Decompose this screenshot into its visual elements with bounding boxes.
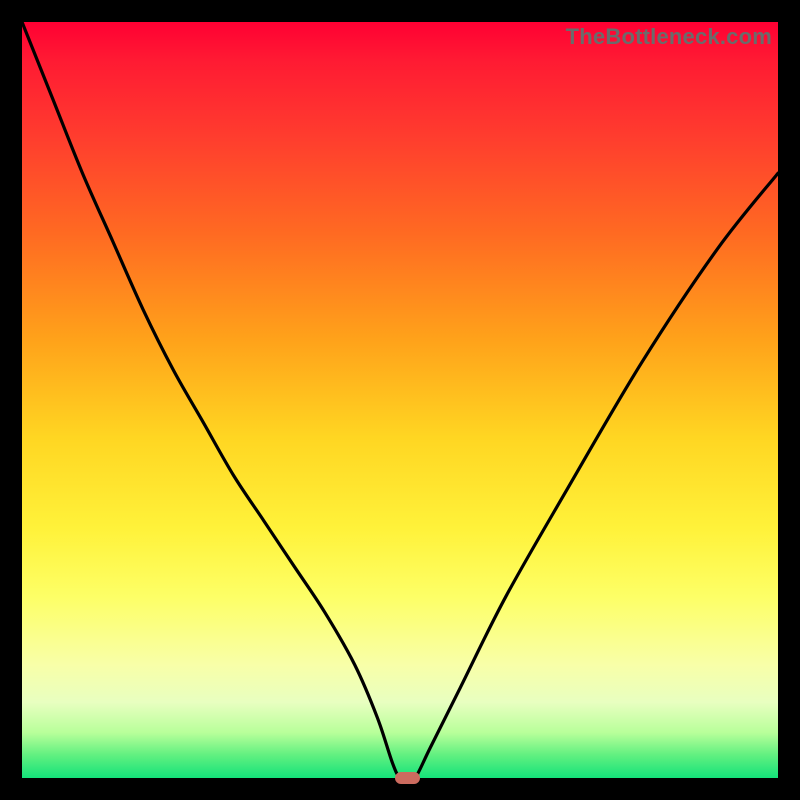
optimum-marker — [395, 772, 420, 784]
curve-svg — [22, 22, 778, 778]
bottleneck-curve — [22, 22, 778, 778]
chart-container: TheBottleneck.com — [0, 0, 800, 800]
plot-area: TheBottleneck.com — [22, 22, 778, 778]
